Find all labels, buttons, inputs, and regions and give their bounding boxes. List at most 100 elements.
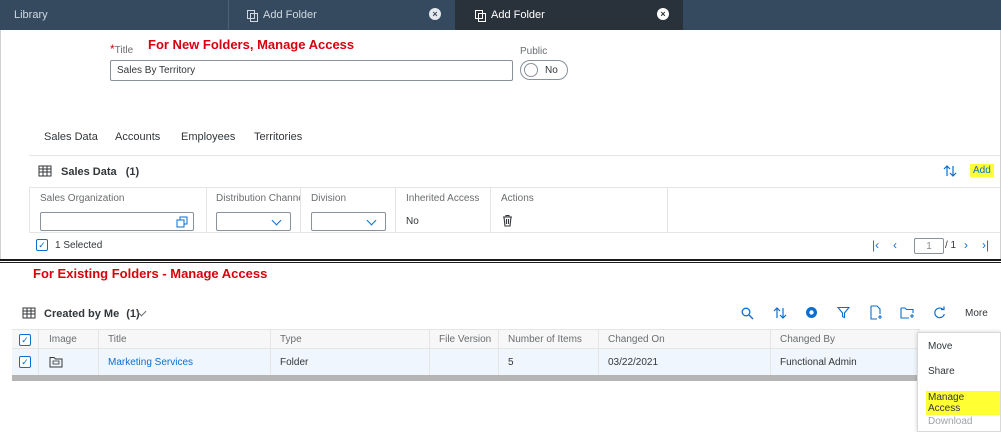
col-header-title[interactable]: Title <box>108 334 127 345</box>
annotation-new-folders: For New Folders, Manage Access <box>148 37 355 52</box>
more-button[interactable]: More <box>965 308 988 319</box>
title-input[interactable]: Sales By Territory <box>110 60 513 81</box>
annotation-existing-folders: For Existing Folders - Manage Access <box>33 266 268 281</box>
col-header-distribution-channel[interactable]: Distribution Channe <box>216 193 300 204</box>
created-by-me-title-text: Created by Me <box>44 308 120 320</box>
col-divider <box>395 187 396 232</box>
title-input-value: Sales By Territory <box>117 65 196 76</box>
col-header-sales-organization[interactable]: Sales Organization <box>40 193 125 204</box>
tab-add-folder-1[interactable]: Add Folder × <box>229 0 455 30</box>
menu-item-share[interactable]: Share <box>928 366 955 377</box>
menu-item-move[interactable]: Move <box>928 341 952 352</box>
col-divider <box>498 329 499 375</box>
folder-icon <box>49 356 63 371</box>
search-icon[interactable] <box>741 307 754 323</box>
add-button[interactable]: Add <box>970 164 994 177</box>
col-divider <box>38 329 39 375</box>
col-divider <box>206 187 207 232</box>
inherited-access-value: No <box>406 216 419 227</box>
sales-data-title-text: Sales Data <box>61 166 117 178</box>
page-input[interactable]: 1 <box>914 238 944 254</box>
tab-add-folder-2[interactable]: Add Folder × <box>455 0 683 30</box>
refresh-icon[interactable] <box>933 306 946 322</box>
chevron-down-icon <box>271 215 282 226</box>
table-bottom-border <box>29 232 1000 233</box>
file-type: Folder <box>280 357 309 368</box>
tab-label: Library <box>14 9 48 21</box>
trash-icon[interactable] <box>501 214 514 230</box>
division-select[interactable] <box>311 212 386 231</box>
title-label: *Title <box>110 42 133 56</box>
col-divider <box>29 187 30 232</box>
title-label-text: Title <box>114 45 134 56</box>
selected-count: 1 Selected <box>55 240 103 251</box>
horizontal-scrollbar[interactable] <box>12 375 920 381</box>
col-divider <box>429 329 430 375</box>
col-header-actions[interactable]: Actions <box>501 193 534 204</box>
col-header-changed-by[interactable]: Changed By <box>780 334 835 345</box>
menu-item-download[interactable]: Download <box>928 416 972 427</box>
close-icon[interactable]: × <box>657 8 669 20</box>
select-all-checkbox[interactable]: ✓ <box>19 334 31 346</box>
subtab-territories[interactable]: Territories <box>254 131 302 143</box>
select-all-checkbox[interactable]: ✓ <box>36 239 48 251</box>
page-input-value: 1 <box>926 240 932 252</box>
next-page-icon[interactable]: › <box>964 238 968 252</box>
copy-icon <box>475 10 486 22</box>
sales-organization-input[interactable] <box>40 212 194 231</box>
col-divider <box>770 329 771 375</box>
row-checkbox[interactable]: ✓ <box>19 356 31 368</box>
distribution-channel-select[interactable] <box>216 212 291 231</box>
file-title-link[interactable]: Marketing Services <box>108 357 193 368</box>
col-divider <box>300 187 301 232</box>
new-folder-icon[interactable] <box>900 306 915 322</box>
value-help-icon[interactable] <box>176 216 188 231</box>
subtab-employees[interactable]: Employees <box>181 131 235 143</box>
chevron-down-icon <box>366 215 377 226</box>
col-divider <box>667 187 668 232</box>
table-icon <box>38 164 52 178</box>
col-divider <box>270 329 271 375</box>
public-toggle[interactable]: No <box>520 60 568 80</box>
col-divider <box>490 187 491 232</box>
close-icon[interactable]: × <box>429 8 441 20</box>
created-by-me-title[interactable]: Created by Me (1) <box>44 308 140 320</box>
page-total: / 1 <box>945 240 957 251</box>
changed-by: Functional Admin <box>780 357 857 368</box>
settings-icon[interactable] <box>805 306 818 322</box>
col-header-inherited-access[interactable]: Inherited Access <box>406 193 479 204</box>
sort-icon[interactable] <box>773 306 787 323</box>
number-of-items: 5 <box>508 357 514 368</box>
copy-icon <box>247 10 258 22</box>
tab-library[interactable]: Library <box>0 0 228 30</box>
col-header-image[interactable]: Image <box>49 334 77 345</box>
sales-data-count: (1) <box>125 166 140 178</box>
last-page-icon[interactable]: ›| <box>982 238 989 252</box>
new-file-icon[interactable] <box>869 305 883 323</box>
more-menu: Move Share Manage Access Download <box>917 332 1001 432</box>
col-header-type[interactable]: Type <box>280 334 302 345</box>
menu-item-manage-access[interactable]: Manage Access <box>926 391 1000 415</box>
col-header-changed-on[interactable]: Changed On <box>608 334 665 345</box>
col-header-division[interactable]: Division <box>311 193 346 204</box>
first-page-icon[interactable]: |‹ <box>872 238 879 252</box>
subtab-accounts[interactable]: Accounts <box>115 131 160 143</box>
sort-icon[interactable] <box>942 164 958 181</box>
changed-on: 03/22/2021 <box>608 357 659 368</box>
prev-page-icon[interactable]: ‹ <box>893 238 897 252</box>
col-header-number-of-items[interactable]: Number of Items <box>508 334 582 345</box>
public-label: Public <box>520 46 548 57</box>
subtab-sales-data[interactable]: Sales Data <box>44 131 98 143</box>
screenshot-divider <box>0 259 1001 261</box>
screenshot-divider <box>0 262 1001 263</box>
public-toggle-value: No <box>545 64 558 76</box>
filter-icon[interactable] <box>836 306 851 322</box>
table-top-border <box>29 187 1000 188</box>
col-header-file-version[interactable]: File Version <box>439 334 491 345</box>
table-icon <box>22 306 36 320</box>
toggle-knob <box>524 63 538 77</box>
sales-data-title: Sales Data (1) <box>61 166 139 178</box>
col-divider <box>98 329 99 375</box>
tab-label: Add Folder <box>263 9 317 21</box>
tab-label: Add Folder <box>491 9 545 21</box>
